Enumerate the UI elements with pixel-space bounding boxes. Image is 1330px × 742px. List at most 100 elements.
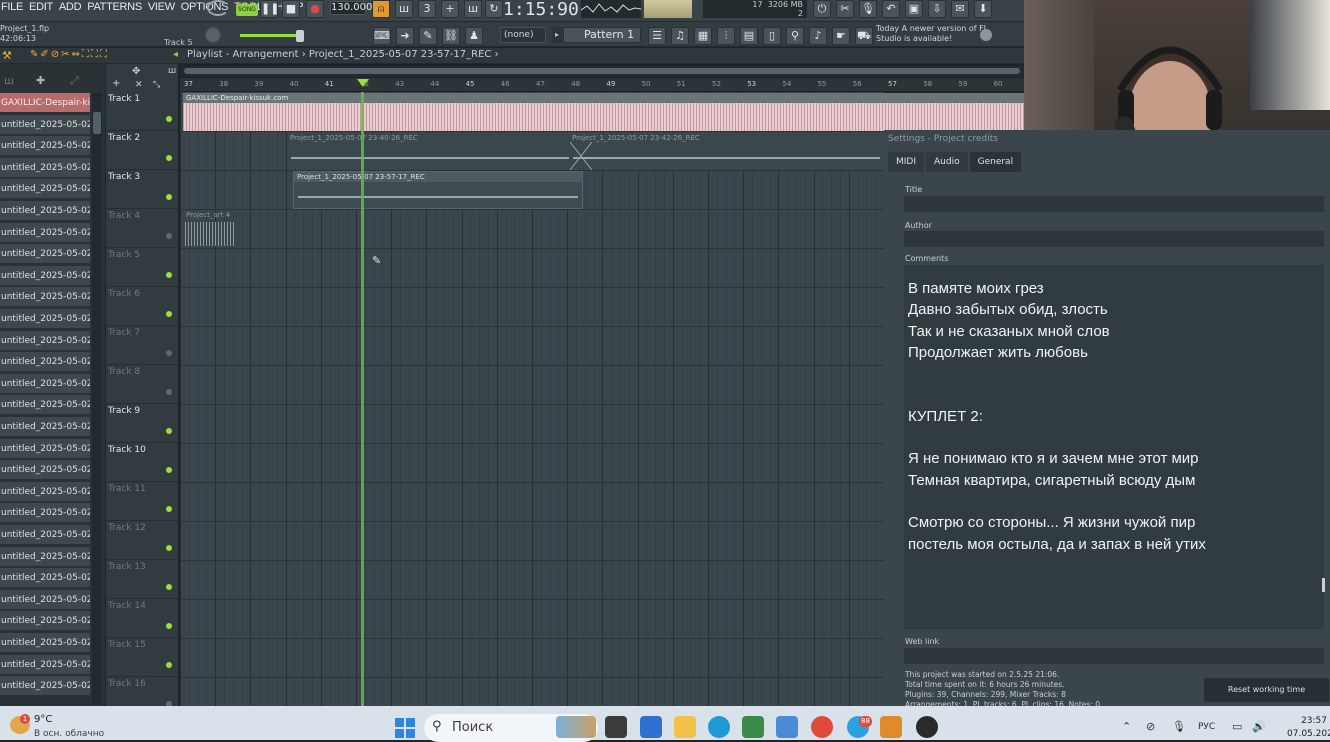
metronome-icon[interactable]: ⍝ bbox=[372, 0, 390, 18]
picker-item[interactable]: untitled_2025-05-02 22... bbox=[0, 589, 90, 610]
channel-rack-icon[interactable]: ▦ bbox=[694, 27, 712, 45]
link-icon[interactable]: ⛓ bbox=[442, 27, 460, 45]
playhead-marker[interactable] bbox=[357, 79, 369, 87]
track-mute-led[interactable] bbox=[166, 584, 172, 590]
track-mute-led[interactable] bbox=[166, 311, 172, 317]
menu-add[interactable]: ADD bbox=[59, 0, 82, 16]
steam-icon[interactable] bbox=[916, 716, 938, 738]
tab-midi[interactable]: MIDI bbox=[888, 152, 925, 172]
main-pitch-knob[interactable] bbox=[204, 26, 222, 44]
snap-select[interactable]: (none) bbox=[500, 27, 546, 43]
menu-edit[interactable]: EDIT bbox=[29, 0, 53, 16]
tempo-display[interactable]: 130.000 bbox=[330, 1, 372, 15]
audio-clip-rec-2[interactable]: Project_1_2025-05-07 23-42-26_REC bbox=[569, 133, 884, 170]
slider-handle[interactable] bbox=[296, 30, 304, 42]
track-header[interactable]: Track 12 bbox=[106, 521, 178, 560]
picker-item[interactable]: untitled_2025-05-02 22... bbox=[0, 136, 90, 157]
picker-item[interactable]: untitled_2025-05-02 22... bbox=[0, 157, 90, 178]
picker-scrollbar[interactable] bbox=[92, 93, 102, 705]
zoom-icon[interactable]: ⤡ bbox=[153, 80, 160, 90]
reset-working-time-button[interactable]: Reset working time bbox=[1204, 678, 1329, 702]
add-track-icon[interactable]: + bbox=[112, 78, 120, 89]
arrangement-name[interactable]: Project_1_2025-05-07 23-57-17_REC bbox=[309, 49, 492, 60]
cart-icon[interactable]: ⛟ bbox=[855, 27, 873, 45]
picker-item[interactable]: untitled_2025-05-02 22... bbox=[0, 546, 90, 567]
picker-item[interactable]: untitled_2025-05-02 22... bbox=[0, 265, 90, 286]
track-label[interactable]: Track 7 bbox=[108, 328, 140, 338]
windows-start-icon[interactable] bbox=[395, 718, 415, 738]
picker-item[interactable]: untitled_2025-05-02 22... bbox=[0, 525, 90, 545]
record-button[interactable]: ● bbox=[306, 0, 324, 18]
close-icon[interactable]: ✕ bbox=[135, 80, 143, 90]
menu-patterns[interactable]: PATTERNS bbox=[87, 0, 142, 16]
track-label[interactable]: Track 16 bbox=[108, 679, 146, 689]
arrangement-play-icon[interactable]: ◂ bbox=[173, 49, 178, 60]
track-header[interactable]: Track 15 bbox=[106, 638, 178, 677]
track-label[interactable]: Track 15 bbox=[108, 640, 146, 650]
track-header[interactable]: Track 1 bbox=[106, 92, 178, 131]
track-header[interactable]: Track 2 bbox=[106, 131, 178, 170]
globe-icon[interactable] bbox=[980, 29, 992, 41]
task-view-icon[interactable] bbox=[605, 716, 627, 738]
track-mute-led[interactable] bbox=[166, 155, 172, 161]
playlist-tools-strip[interactable]: ✎✐⊘✂⇔⛶⛶⛶ bbox=[30, 49, 109, 60]
tools-icon[interactable]: ⚒ bbox=[2, 49, 12, 62]
chat-icon[interactable]: ✉ bbox=[951, 0, 969, 18]
mic-tray-icon[interactable]: 🎙 bbox=[1172, 720, 1186, 733]
panel-icon[interactable]: ш bbox=[168, 66, 176, 76]
countdown-icon[interactable]: 3 bbox=[418, 0, 436, 18]
track-header[interactable]: Track 13 bbox=[106, 560, 178, 599]
brush-icon[interactable]: ✎ bbox=[419, 27, 437, 45]
track-label[interactable]: Track 11 bbox=[108, 484, 146, 494]
pattern-prev-icon[interactable]: ▸ bbox=[552, 27, 562, 43]
power-icon[interactable]: ⏻ bbox=[813, 0, 831, 18]
tab-audio[interactable]: Audio bbox=[926, 152, 968, 172]
audio-clip-art[interactable]: Project_art 4 bbox=[183, 210, 235, 247]
comments-field[interactable] bbox=[904, 265, 1324, 629]
pause-button[interactable]: ❚❚ bbox=[260, 0, 279, 18]
loop-record-icon[interactable]: ↻ bbox=[485, 0, 503, 18]
track-label[interactable]: Track 14 bbox=[108, 601, 146, 611]
track-label[interactable]: Track 12 bbox=[108, 523, 146, 533]
track-mute-led[interactable] bbox=[166, 545, 172, 551]
track-mute-led[interactable] bbox=[166, 662, 172, 668]
clock[interactable]: 23:57 07.05.2025 bbox=[1287, 715, 1330, 741]
track-label[interactable]: Track 9 bbox=[108, 406, 140, 416]
track-mute-led[interactable] bbox=[166, 506, 172, 512]
tray-chevron-icon[interactable]: ⌃ bbox=[1122, 720, 1131, 733]
track-label[interactable]: Track 2 bbox=[108, 133, 140, 143]
track-label[interactable]: Track 8 bbox=[108, 367, 140, 377]
scroll-thumb[interactable] bbox=[184, 68, 1020, 74]
audio-clip-gaxillic[interactable]: GAXILLIC-Despair-kissuk.com bbox=[183, 93, 1024, 131]
track-mute-led[interactable] bbox=[166, 116, 172, 122]
track-label[interactable]: Track 1 bbox=[108, 94, 140, 104]
keyboard-icon[interactable]: ⌨ bbox=[373, 27, 391, 45]
stop-button[interactable]: ■ bbox=[282, 0, 300, 18]
song-position-display[interactable]: 1:15:90 bbox=[503, 0, 579, 20]
fl-studio-icon[interactable] bbox=[880, 716, 902, 738]
author-field[interactable] bbox=[904, 231, 1324, 247]
master-pitch-slider[interactable] bbox=[240, 34, 302, 37]
app-icon[interactable] bbox=[742, 716, 764, 738]
stamp-icon[interactable]: ♟ bbox=[465, 27, 483, 45]
chrome-icon[interactable] bbox=[811, 716, 833, 738]
track-header[interactable]: Track 4 bbox=[106, 209, 178, 248]
pattern-view-icon[interactable]: ш bbox=[4, 74, 14, 87]
language-indicator[interactable]: РУС bbox=[1198, 722, 1215, 732]
track-mute-led[interactable] bbox=[166, 389, 172, 395]
track-header[interactable]: Track 9 bbox=[106, 404, 178, 443]
picker-item[interactable]: untitled_2025-05-02 22... bbox=[0, 568, 90, 589]
timeline-ruler[interactable]: 37 38 39 40 41 42 43 44 45 46 47 48 49 50 51 52 53 54 55 56… bbox=[180, 78, 1024, 92]
track-mute-led[interactable] bbox=[166, 272, 172, 278]
track-mute-led[interactable] bbox=[166, 194, 172, 200]
download-icon[interactable]: ⬇ bbox=[974, 0, 992, 18]
store-icon[interactable] bbox=[640, 716, 662, 738]
mixer-icon[interactable]: ⫶ bbox=[717, 27, 735, 45]
browser-icon[interactable]: ▤ bbox=[740, 27, 758, 45]
track-label[interactable]: Track 5 bbox=[108, 250, 140, 260]
blend-notes-icon[interactable]: ш bbox=[464, 0, 482, 18]
track-header[interactable]: Track 7 bbox=[106, 326, 178, 365]
save-icon[interactable]: ▣ bbox=[905, 0, 923, 18]
monitor-icon[interactable]: ▭ bbox=[1232, 720, 1242, 733]
song-mode-toggle[interactable]: SONG bbox=[236, 4, 258, 16]
